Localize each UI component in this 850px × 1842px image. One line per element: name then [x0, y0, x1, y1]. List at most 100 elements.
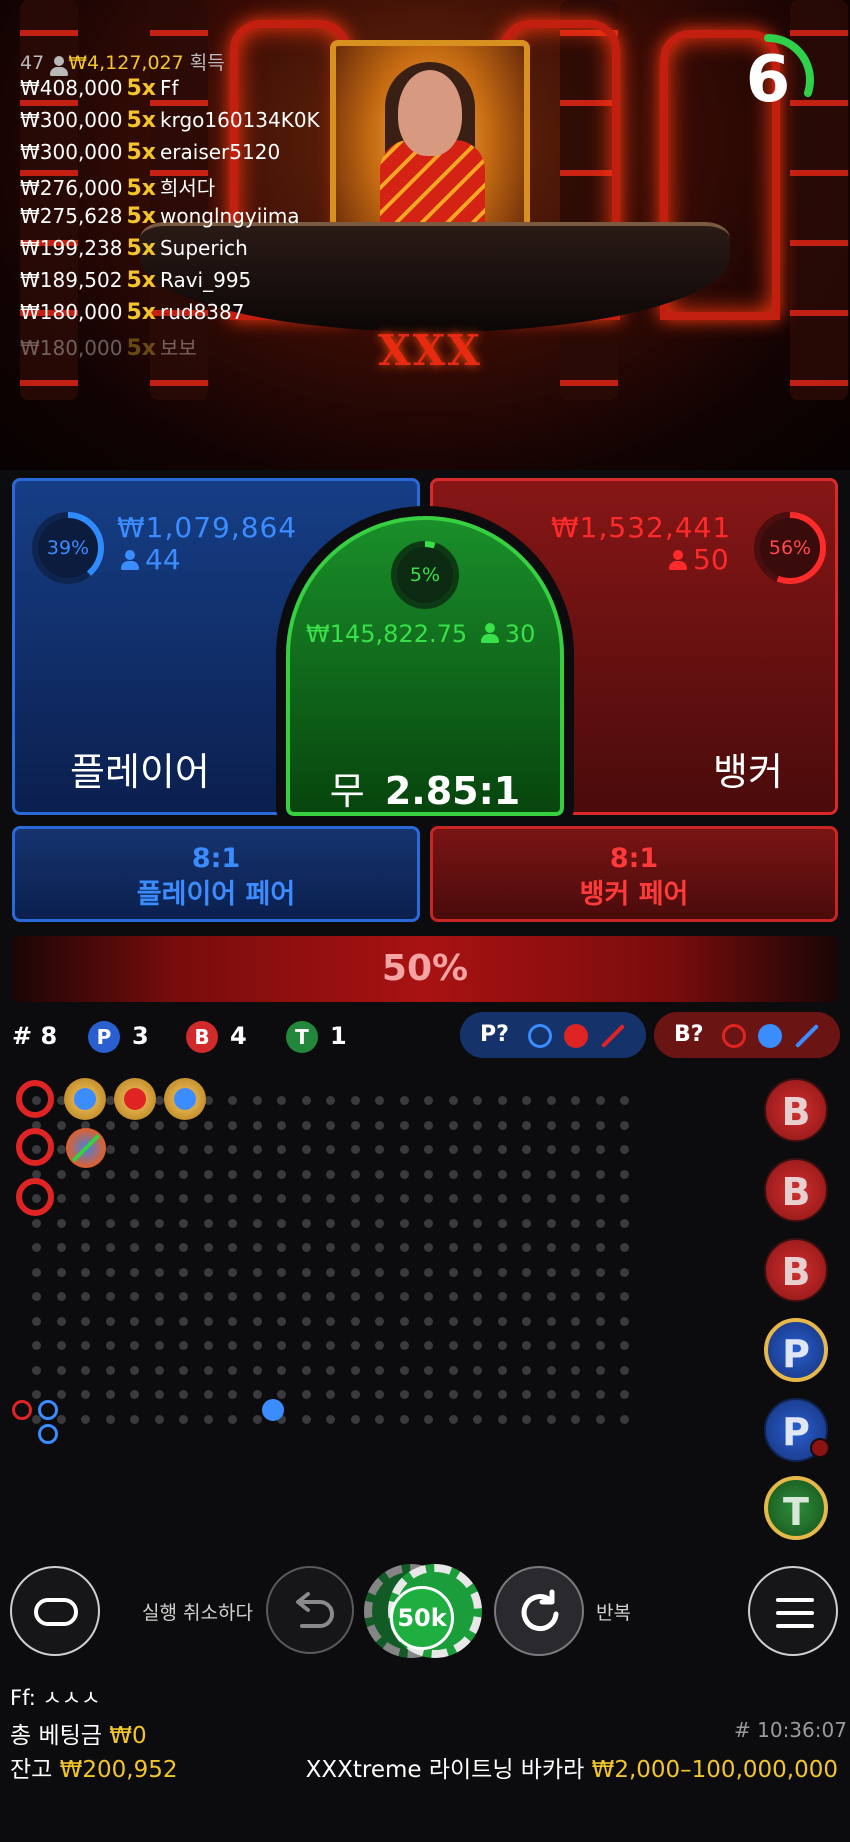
- grid-dot: [595, 1267, 605, 1277]
- grid-dot: [571, 1316, 580, 1326]
- grid-dot: [81, 1341, 90, 1350]
- grid-dot: [424, 1292, 433, 1301]
- grid-dot: [546, 1145, 556, 1154]
- banker-pair-bet-spot[interactable]: 8:1 뱅커 페어: [430, 826, 838, 922]
- player-pair-bet-spot[interactable]: 8:1 플레이어 페어: [12, 826, 420, 922]
- table-logo: XXX: [378, 326, 482, 375]
- person-icon: [480, 623, 499, 643]
- player-pair-odds: 8:1: [191, 843, 241, 874]
- grid-dot: [350, 1120, 360, 1130]
- grid-dot: [595, 1243, 605, 1252]
- undo-button[interactable]: [266, 1566, 354, 1654]
- slash-icon: [794, 1023, 820, 1049]
- grid-dot: [620, 1218, 629, 1228]
- grid-dot: [81, 1169, 90, 1179]
- total-bet-label: 총 베팅금: [10, 1723, 102, 1749]
- winner-amount: ₩275,628: [20, 204, 123, 228]
- grid-dot: [105, 1365, 115, 1375]
- tie-bet-spot[interactable]: 5% ₩145,822.75 30 무 2.85:1: [286, 516, 564, 816]
- grid-dot: [32, 1267, 41, 1277]
- winners-summary: 47 ₩4,127,027 획득: [20, 48, 340, 76]
- grid-dot: [130, 1243, 139, 1252]
- grid-dot: [399, 1267, 409, 1277]
- winner-amount: ₩408,000: [20, 76, 123, 100]
- grid-dot: [350, 1365, 360, 1375]
- grid-dot: [399, 1292, 409, 1301]
- winner-amount: ₩300,000: [20, 140, 123, 164]
- grid-dot: [497, 1145, 507, 1154]
- grid-dot: [252, 1414, 262, 1424]
- grid-dot: [546, 1390, 556, 1399]
- total-bet-value: ₩0: [109, 1723, 147, 1749]
- grid-dot: [620, 1194, 629, 1203]
- grid-dot: [326, 1365, 335, 1375]
- grid-dot: [179, 1120, 188, 1130]
- grid-dot: [571, 1120, 580, 1130]
- grid-dot: [277, 1267, 286, 1277]
- grid-dot: [620, 1145, 629, 1154]
- grid-dot: [595, 1096, 605, 1105]
- grid-dot: [326, 1243, 335, 1252]
- small-road-ring: [12, 1400, 32, 1420]
- grid-dot: [105, 1218, 115, 1228]
- grid-dot: [424, 1169, 433, 1179]
- predict-banker-button[interactable]: B?: [654, 1012, 840, 1058]
- grid-dot: [375, 1365, 384, 1375]
- grid-dot: [375, 1414, 384, 1424]
- winner-row: ₩300,000 5x krgo160134K0K: [20, 108, 340, 140]
- winners-total: ₩4,127,027: [68, 52, 184, 74]
- predict-player-button[interactable]: P?: [460, 1012, 646, 1058]
- chip-selector[interactable]: 50k: [364, 1564, 482, 1658]
- undo-label: 실행 취소하다: [142, 1602, 253, 1624]
- grid-dot: [620, 1390, 629, 1399]
- tie-stats: ₩145,822.75 30: [306, 620, 556, 648]
- grid-dot: [154, 1194, 164, 1203]
- grid-dot: [399, 1096, 409, 1105]
- repeat-button[interactable]: [494, 1566, 584, 1656]
- grid-dot: [424, 1316, 433, 1326]
- bet-controls: 실행 취소하다 50k 반복: [0, 1560, 850, 1660]
- grid-dot: [179, 1414, 188, 1424]
- grid-dot: [277, 1341, 286, 1350]
- grid-dot: [228, 1169, 237, 1179]
- grid-dot: [522, 1243, 531, 1252]
- grid-dot: [546, 1267, 556, 1277]
- winner-multiplier: 5x: [126, 108, 156, 133]
- grid-dot: [571, 1218, 580, 1228]
- grid-dot: [130, 1194, 139, 1203]
- winner-amount: ₩180,000: [20, 336, 123, 360]
- table-view-button[interactable]: [10, 1566, 100, 1656]
- grid-dot: [326, 1292, 335, 1301]
- grid-dot: [105, 1145, 115, 1154]
- road-banker-ring: [16, 1128, 54, 1166]
- grid-dot: [203, 1243, 213, 1252]
- winner-multiplier: 5x: [126, 176, 156, 201]
- grid-dot: [595, 1316, 605, 1326]
- grid-dot: [326, 1414, 335, 1424]
- grid-dot: [277, 1120, 286, 1130]
- grid-dot: [154, 1267, 164, 1277]
- grid-dot: [105, 1120, 115, 1130]
- dealer-head: [398, 70, 462, 156]
- grid-dot: [375, 1243, 384, 1252]
- banker-total-amount: ₩1,532,441: [551, 511, 732, 544]
- grid-dot: [179, 1194, 188, 1203]
- grid-dot: [620, 1341, 629, 1350]
- grid-dot: [497, 1316, 507, 1326]
- grid-dot: [473, 1341, 482, 1350]
- grid-dot: [571, 1243, 580, 1252]
- tie-percent: 5%: [409, 564, 441, 586]
- grid-dot: [571, 1194, 580, 1203]
- menu-button[interactable]: [748, 1566, 838, 1656]
- grid-dot: [375, 1120, 384, 1130]
- grid-dot: [595, 1169, 605, 1179]
- grid-dot: [203, 1145, 213, 1154]
- grid-dot: [375, 1316, 384, 1326]
- betting-progress-value: 50%: [381, 948, 469, 989]
- grid-dot: [179, 1316, 188, 1326]
- grid-dot: [228, 1267, 237, 1277]
- grid-dot: [252, 1341, 262, 1350]
- winner-multiplier: 5x: [126, 140, 156, 165]
- grid-dot: [350, 1096, 360, 1105]
- grid-dot: [130, 1267, 139, 1277]
